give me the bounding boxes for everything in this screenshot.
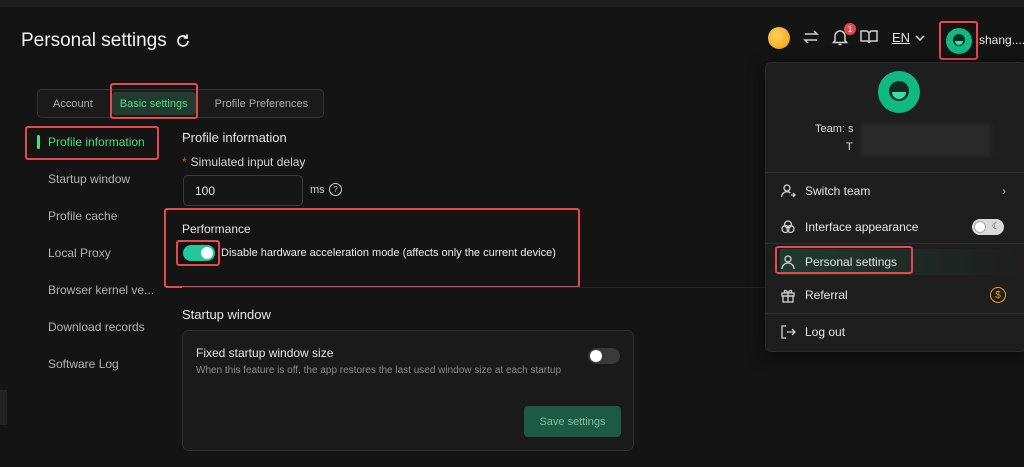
left-edge bbox=[0, 390, 7, 425]
menu-divider bbox=[766, 313, 1024, 314]
menu-avatar bbox=[878, 71, 920, 113]
redacted-team-info bbox=[861, 123, 991, 157]
switch-icon[interactable] bbox=[801, 27, 821, 47]
help-icon[interactable]: ? bbox=[329, 183, 342, 196]
fixed-window-title: Fixed startup window size bbox=[196, 346, 334, 360]
log-out-label: Log out bbox=[805, 325, 846, 339]
menu-item-personal-settings[interactable]: Personal settings bbox=[780, 249, 1020, 275]
menu-item-log-out[interactable]: Log out bbox=[780, 319, 1020, 345]
simulated-delay-input[interactable] bbox=[183, 175, 303, 206]
profile-info-heading: Profile information bbox=[182, 130, 287, 145]
switch-team-icon bbox=[780, 184, 796, 198]
team-label: Team: s bbox=[815, 123, 854, 135]
menu-divider bbox=[766, 172, 1024, 173]
startup-window-heading: Startup window bbox=[182, 307, 271, 322]
username[interactable]: shang.... bbox=[979, 33, 1024, 47]
appearance-icon bbox=[781, 220, 795, 234]
required-marker: * bbox=[182, 155, 187, 169]
fixed-window-toggle[interactable] bbox=[588, 348, 620, 364]
tab-profile-preferences[interactable]: Profile Preferences bbox=[200, 90, 324, 117]
menu-divider bbox=[766, 243, 1024, 244]
tab-basic-settings[interactable]: Basic settings bbox=[111, 92, 196, 115]
menu-item-referral[interactable]: Referral $ bbox=[780, 282, 1020, 308]
settings-sidebar: Profile information Startup window Profi… bbox=[25, 123, 165, 382]
referral-label: Referral bbox=[805, 288, 848, 302]
switch-team-label: Switch team bbox=[805, 184, 871, 198]
hardware-acceleration-label: Disable hardware acceleration mode (affe… bbox=[221, 247, 556, 259]
menu-item-switch-team[interactable]: Switch team › bbox=[780, 178, 1020, 204]
chevron-right-icon: › bbox=[1002, 184, 1006, 198]
settings-tabs: Account Basic settings Profile Preferenc… bbox=[37, 89, 325, 118]
delay-unit: ms bbox=[310, 184, 325, 196]
refresh-icon[interactable] bbox=[175, 33, 191, 49]
account-menu: Team: s T Switch team › Interface appear… bbox=[765, 62, 1024, 352]
avatar bbox=[945, 27, 972, 54]
user-avatar-button[interactable] bbox=[939, 21, 978, 60]
language-selector[interactable]: EN bbox=[892, 30, 926, 45]
tab-account[interactable]: Account bbox=[38, 90, 108, 117]
user-icon bbox=[781, 255, 795, 270]
sidebar-item-browser-kernel[interactable]: Browser kernel ve... bbox=[25, 271, 165, 308]
fixed-window-description: When this feature is off, the app restor… bbox=[196, 365, 562, 376]
sidebar-item-software-log[interactable]: Software Log bbox=[25, 345, 165, 382]
save-settings-button[interactable]: Save settings bbox=[524, 406, 621, 437]
team-label-2: T bbox=[846, 141, 853, 153]
sidebar-item-startup-window[interactable]: Startup window bbox=[25, 160, 165, 197]
sidebar-item-profile-cache[interactable]: Profile cache bbox=[25, 197, 165, 234]
docs-button[interactable] bbox=[859, 27, 879, 47]
sidebar-item-profile-information[interactable]: Profile information bbox=[25, 123, 165, 160]
page-title-text: Personal settings bbox=[21, 30, 167, 51]
sidebar-item-download-records[interactable]: Download records bbox=[25, 308, 165, 345]
menu-item-interface-appearance[interactable]: Interface appearance ☾ bbox=[780, 214, 1020, 240]
language-label: EN bbox=[892, 30, 911, 45]
dark-mode-toggle[interactable]: ☾ bbox=[972, 219, 1004, 235]
interface-appearance-label: Interface appearance bbox=[805, 220, 919, 234]
sidebar-item-local-proxy[interactable]: Local Proxy bbox=[25, 234, 165, 271]
startup-window-card: Fixed startup window size When this feat… bbox=[182, 330, 634, 451]
page-title: Personal settings bbox=[21, 30, 191, 52]
chevron-down-icon bbox=[915, 34, 925, 41]
notifications-button[interactable]: 1 bbox=[830, 23, 856, 47]
book-icon bbox=[860, 30, 878, 44]
personal-settings-label: Personal settings bbox=[805, 255, 898, 269]
top-strip bbox=[0, 0, 1024, 7]
section-divider bbox=[182, 287, 765, 288]
logout-icon bbox=[781, 325, 796, 339]
delay-label: * Simulated input delay bbox=[182, 155, 305, 169]
moon-icon: ☾ bbox=[991, 221, 1000, 231]
hardware-acceleration-toggle[interactable] bbox=[183, 245, 215, 261]
delay-label-text: Simulated input delay bbox=[190, 155, 306, 169]
coin-icon[interactable] bbox=[768, 27, 790, 49]
gift-icon bbox=[781, 289, 795, 303]
dollar-icon: $ bbox=[990, 287, 1006, 303]
notification-badge: 1 bbox=[844, 23, 856, 35]
performance-heading: Performance bbox=[182, 222, 251, 236]
